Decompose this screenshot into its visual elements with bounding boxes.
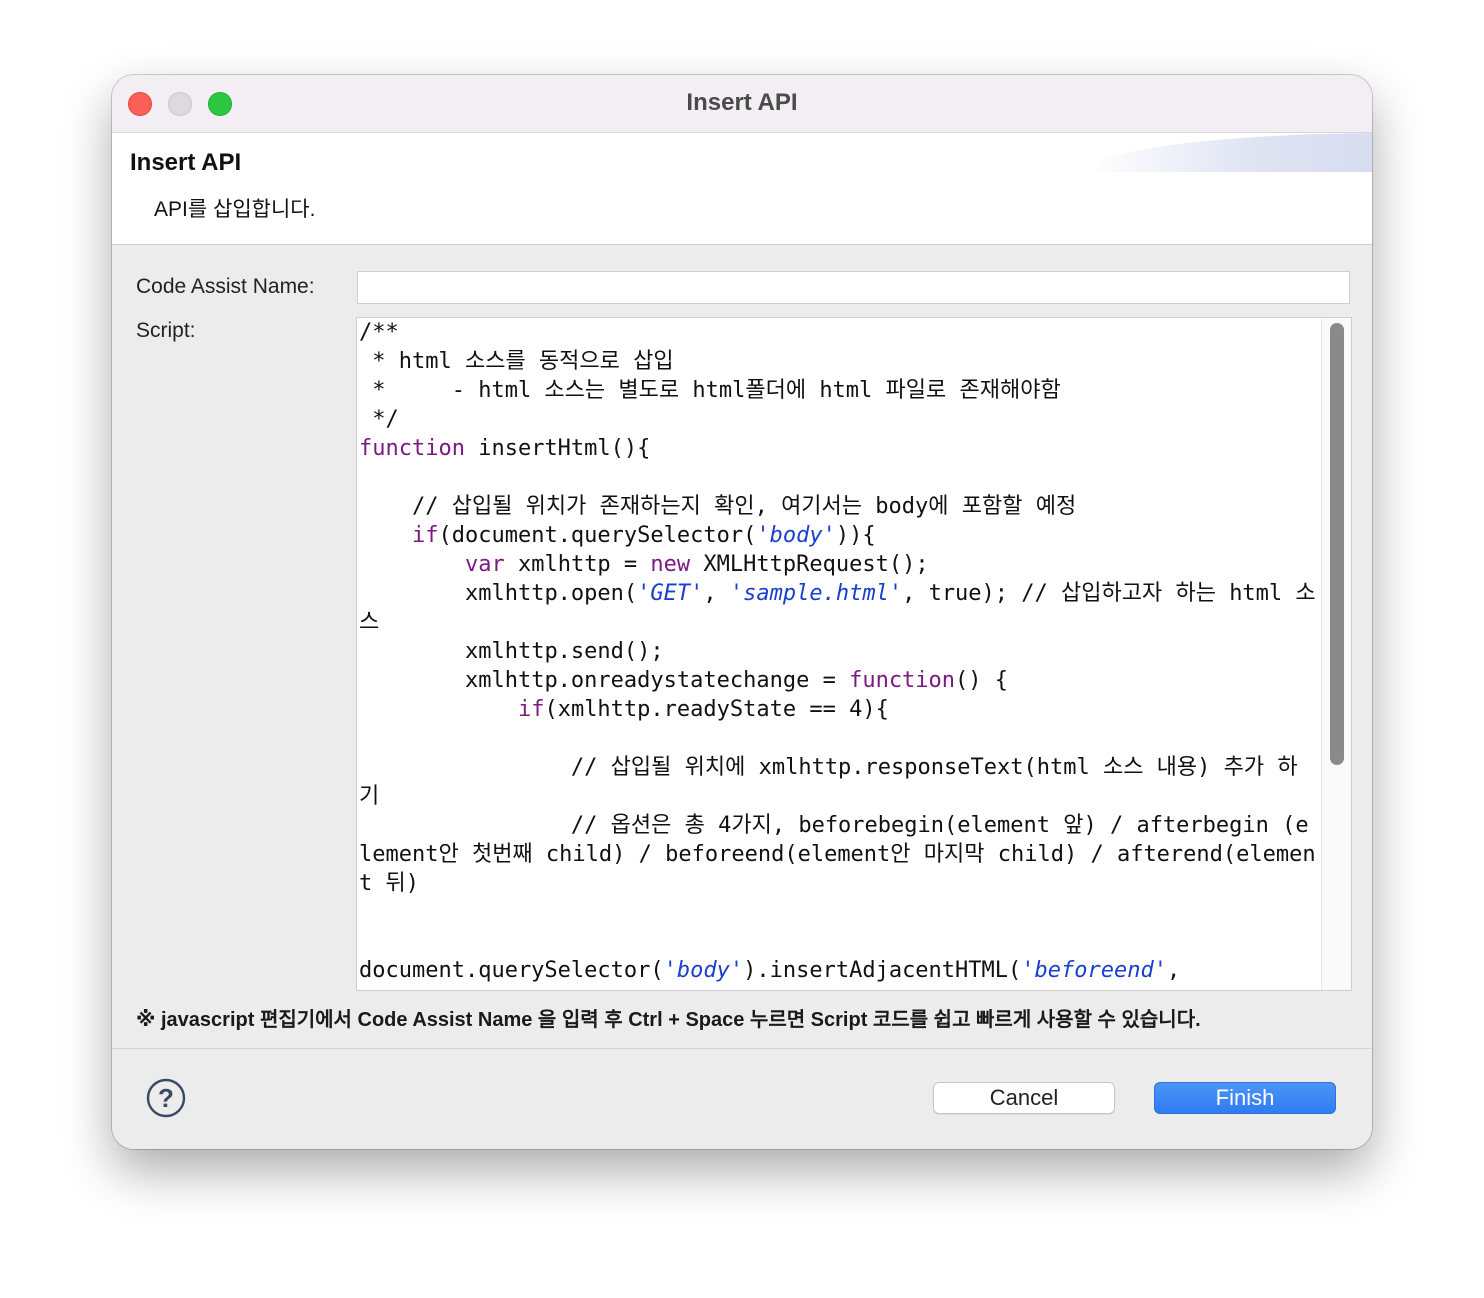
code-line: if(document.querySelector('body')){	[359, 523, 876, 548]
code-line: if(xmlhttp.readyState == 4){	[359, 697, 889, 722]
code-string: 'body'	[756, 523, 836, 548]
code-string: 'sample.html'	[729, 581, 903, 606]
code-line: */	[359, 407, 399, 432]
code-text: * - html 소스는 별도로 html폴더에 html 파일로 존재해야함	[359, 378, 1061, 403]
script-code[interactable]: /** * html 소스를 동적으로 삽입 * - html 소스는 별도로 …	[359, 318, 1317, 985]
code-line: var xmlhttp = new XMLHttpRequest();	[359, 552, 929, 577]
help-icon[interactable]: ?	[146, 1078, 186, 1118]
script-scrollbar[interactable]	[1321, 318, 1351, 990]
code-keyword: if	[517, 697, 545, 722]
code-keyword: function	[849, 668, 956, 693]
code-line: // 옵션은 총 4가지, beforebegin(element 앞) / a…	[359, 813, 1316, 896]
code-line: xmlhttp.onreadystatechange = function() …	[359, 668, 1008, 693]
code-keyword: if	[411, 523, 439, 548]
code-assist-name-label: Code Assist Name:	[136, 275, 315, 298]
script-scrollbar-thumb[interactable]	[1330, 323, 1344, 765]
code-text: * html 소스를 동적으로 삽입	[359, 349, 674, 374]
code-line: xmlhttp.send();	[359, 639, 664, 664]
dialog-header: Insert API API를 삽입합니다.	[112, 133, 1372, 245]
code-keyword: var	[464, 552, 505, 577]
header-banner-decoration	[1088, 133, 1372, 172]
code-text: ,	[703, 581, 730, 606]
window-title: Insert API	[686, 89, 798, 116]
code-text: )){	[835, 523, 876, 548]
code-text: (xmlhttp.readyState == 4){	[544, 697, 889, 722]
cancel-button[interactable]: Cancel	[933, 1082, 1115, 1114]
code-string: 'GET'	[637, 581, 704, 606]
dialog-description: API를 삽입합니다.	[154, 198, 316, 221]
code-text: // 삽입될 위치가 존재하는지 확인, 여기서는 body에 포함할 예정	[359, 494, 1077, 519]
code-text: () {	[955, 668, 1009, 693]
insert-api-dialog: Insert API Insert API API를 삽입합니다. Code A…	[112, 75, 1372, 1149]
code-line: * html 소스를 동적으로 삽입	[359, 349, 674, 374]
code-text: // 옵션은 총 4가지, beforebegin(element 앞) / a…	[359, 813, 1316, 896]
code-line: * - html 소스는 별도로 html폴더에 html 파일로 존재해야함	[359, 378, 1061, 403]
code-text: */	[359, 407, 399, 432]
svg-text:?: ?	[158, 1083, 174, 1113]
code-line: function insertHtml(){	[359, 436, 650, 461]
script-label: Script:	[136, 319, 196, 342]
code-line: document.querySelector('body').insertAdj…	[359, 958, 1180, 983]
title-bar[interactable]: Insert API	[112, 75, 1372, 133]
dialog-footer: ? Cancel Finish	[112, 1048, 1372, 1149]
code-text: xmlhttp =	[504, 552, 651, 577]
code-keyword: function	[359, 436, 465, 461]
code-text: (document.querySelector(	[438, 523, 757, 548]
code-string: 'beforeend'	[1021, 958, 1167, 983]
code-line: // 삽입될 위치에 xmlhttp.responseText(html 소스 …	[359, 755, 1298, 809]
code-line: // 삽입될 위치가 존재하는지 확인, 여기서는 body에 포함할 예정	[359, 494, 1076, 519]
code-text: /**	[359, 320, 399, 345]
code-text: // 삽입될 위치에 xmlhttp.responseText(html 소스 …	[359, 755, 1298, 809]
code-text: ).insertAdjacentHTML(	[743, 958, 1022, 983]
code-text: xmlhttp.send();	[359, 639, 664, 664]
code-assist-name-input[interactable]	[357, 271, 1350, 304]
code-string: 'body'	[663, 958, 744, 983]
code-text: ,	[1166, 958, 1181, 983]
finish-button[interactable]: Finish	[1154, 1082, 1336, 1114]
code-keyword: new	[650, 552, 691, 577]
code-line: xmlhttp.open('GET', 'sample.html', true)…	[359, 581, 1316, 635]
dialog-title: Insert API	[130, 149, 242, 176]
script-editor[interactable]: /** * html 소스를 동적으로 삽입 * - html 소스는 별도로 …	[356, 317, 1352, 991]
code-text: document.querySelector(	[359, 958, 664, 983]
usage-note: ※ javascript 편집기에서 Code Assist Name 을 입력…	[136, 1009, 1201, 1031]
code-line: /**	[359, 320, 399, 345]
code-text: insertHtml(){	[464, 436, 651, 461]
code-text: xmlhttp.onreadystatechange =	[359, 668, 850, 693]
code-text: xmlhttp.open(	[359, 581, 638, 606]
code-text: XMLHttpRequest();	[690, 552, 929, 577]
